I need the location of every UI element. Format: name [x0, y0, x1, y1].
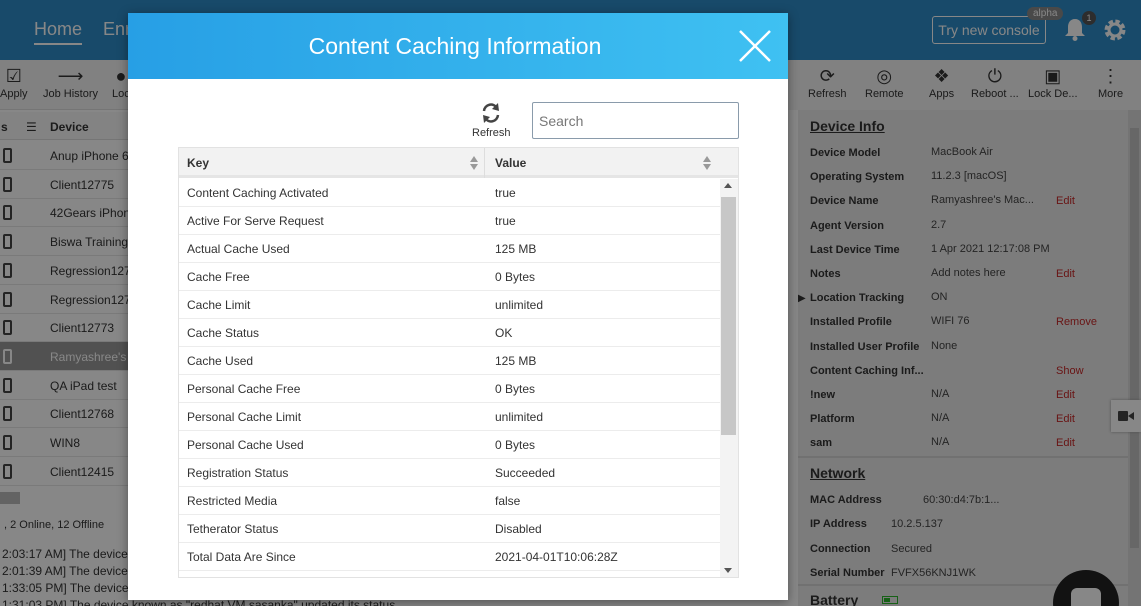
table-cell-value: unlimited: [495, 298, 544, 312]
refresh-icon: [483, 103, 500, 123]
table-cell-key: Cache Limit: [187, 298, 251, 312]
table-cell-value: OK: [495, 326, 513, 340]
table-cell-value: 0 Bytes: [495, 270, 536, 284]
content-caching-modal: Content Caching Information Refresh Key …: [128, 13, 788, 600]
modal-header: Content Caching Information: [128, 13, 788, 79]
table-row: Total Data Are Since 2021-04-01T10:06:28Z: [179, 543, 720, 571]
table-cell-key: Total Data Are Since: [187, 550, 296, 564]
table-cell-key: Actual Cache Used: [187, 242, 290, 256]
table-cell-key: Cache Status: [187, 326, 260, 340]
table-cell-value: false: [495, 494, 521, 508]
table-scroll-thumb[interactable]: [721, 197, 736, 435]
column-divider: [484, 148, 485, 178]
table-cell-key: Active For Serve Request: [187, 214, 324, 228]
table-row: Tetherator Status Disabled: [179, 515, 720, 543]
table-cell-value: 2021-04-01T10:06:28Z: [495, 550, 618, 564]
table-cell-value: 0 Bytes: [495, 382, 536, 396]
table-cell-key: Personal Cache Free: [187, 382, 301, 396]
table-row: Content Caching Activated true: [179, 179, 720, 207]
table-cell-key: Cache Used: [187, 354, 254, 368]
table-cell-value: Succeeded: [495, 466, 556, 480]
table-row: Personal Cache Free 0 Bytes: [179, 375, 720, 403]
table-row: Registration Status Succeeded: [179, 459, 720, 487]
scroll-down-arrow-icon[interactable]: [724, 568, 732, 573]
table-row: Cache Status OK: [179, 319, 720, 347]
key-column-header[interactable]: Key: [187, 156, 209, 170]
table-row: Personal Cache Limit unlimited: [179, 403, 720, 431]
table-header: Key Value: [179, 148, 738, 178]
table-row: Actual Cache Used 125 MB: [179, 235, 720, 263]
table-row: Cache Limit unlimited: [179, 291, 720, 319]
close-icon[interactable]: [737, 28, 773, 64]
table-cell-value: unlimited: [495, 410, 544, 424]
table-cell-value: Disabled: [495, 522, 542, 536]
table-cell-key: Tetherator Status: [187, 522, 279, 536]
table-row: Personal Cache Used 0 Bytes: [179, 431, 720, 459]
table-scrollbar[interactable]: [720, 179, 738, 577]
sort-icon[interactable]: [469, 155, 479, 171]
table-body: Content Caching Activated true Active For …: [179, 179, 720, 577]
value-column-header[interactable]: Value: [495, 156, 526, 170]
table-cell-key: Restricted Media: [187, 494, 278, 508]
table-row: Cache Used 125 MB: [179, 347, 720, 375]
table-row: Active For Serve Request true: [179, 207, 720, 235]
table-cell-value: 0 Bytes: [495, 438, 536, 452]
table-cell-key: Personal Cache Used: [187, 438, 304, 452]
search-input[interactable]: [532, 102, 739, 139]
table-row: Cache Free 0 Bytes: [179, 263, 720, 291]
table-cell-key: Cache Free: [187, 270, 250, 284]
scroll-up-arrow-icon[interactable]: [724, 183, 732, 188]
table-cell-key: Personal Cache Limit: [187, 410, 302, 424]
modal-title: Content Caching Information: [308, 33, 602, 59]
sort-icon[interactable]: [702, 155, 712, 171]
table-cell-key: Registration Status: [187, 466, 289, 480]
table-row: Restricted Media false: [179, 487, 720, 515]
refresh-button[interactable]: Refresh: [472, 102, 511, 139]
table-cell-key: Content Caching Activated: [187, 186, 329, 200]
table-cell-value: true: [495, 214, 516, 228]
refresh-label: Refresh: [472, 127, 511, 139]
table-cell-value: true: [495, 186, 516, 200]
table-cell-value: 125 MB: [495, 242, 537, 256]
caching-info-table: Key Value Content Caching Activated true A…: [178, 147, 739, 578]
table-cell-value: 125 MB: [495, 354, 537, 368]
